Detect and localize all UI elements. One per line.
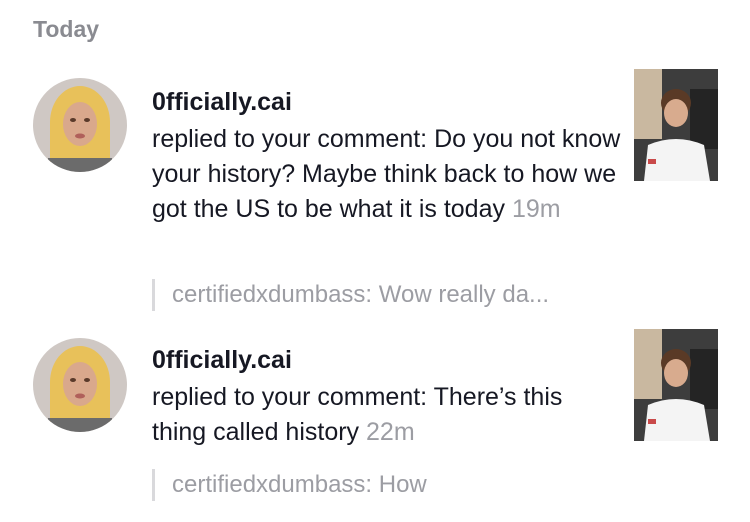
notification-time: 19m [511, 195, 561, 223]
notification-message-text: replied to your comment: There’s this th… [152, 383, 563, 446]
notification-message: replied to your comment: Do you not know… [152, 122, 622, 227]
user-avatar-icon[interactable] [33, 338, 127, 432]
video-thumbnail-icon[interactable] [634, 329, 718, 441]
section-header-today: Today [33, 16, 100, 42]
quoted-comment[interactable]: certifiedxdumbass: Wow really da... [152, 279, 642, 311]
notification-username[interactable]: 0fficially.cai [152, 86, 622, 118]
notification-message: replied to your comment: There’s this th… [152, 380, 622, 450]
quoted-comment[interactable]: certifiedxdumbass: How [152, 469, 642, 501]
video-thumbnail-icon[interactable] [634, 69, 718, 181]
user-avatar-icon[interactable] [33, 78, 127, 172]
notification-time: 22m [366, 418, 415, 446]
notification-username[interactable]: 0fficially.cai [152, 344, 622, 376]
